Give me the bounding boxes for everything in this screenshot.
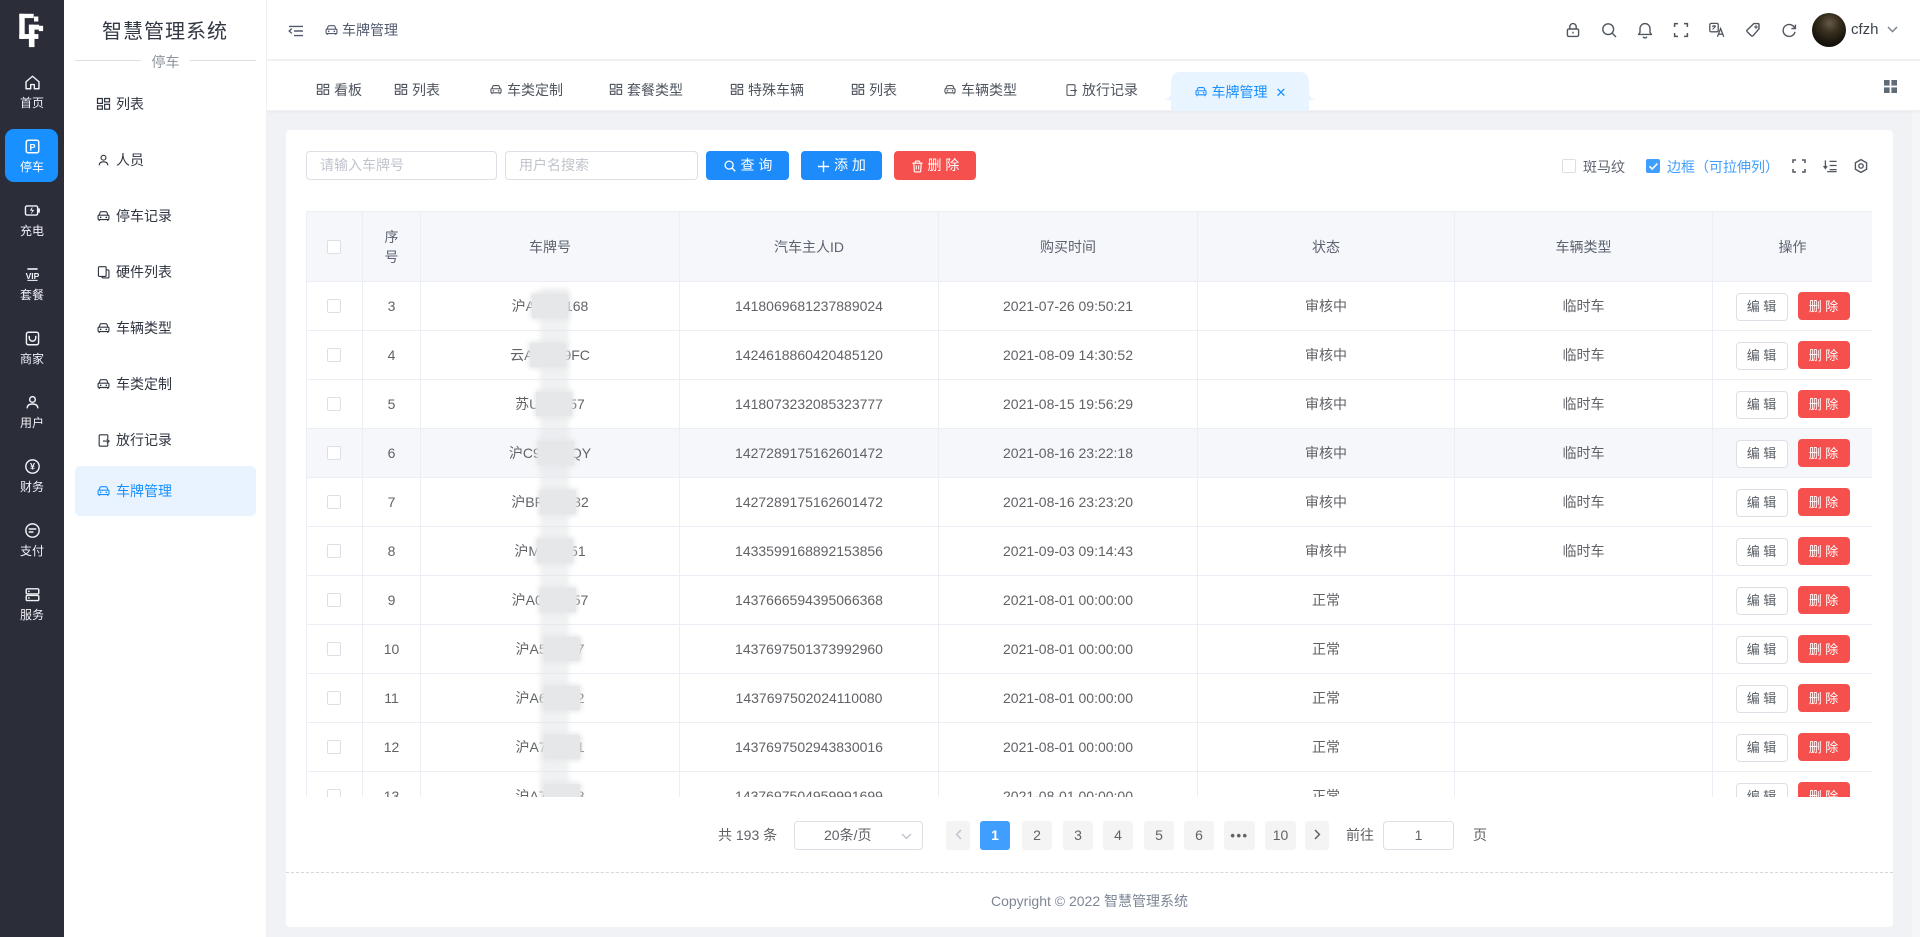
svg-text:¥: ¥ — [29, 462, 34, 472]
svg-text:P: P — [29, 142, 35, 152]
svg-text:VIP: VIP — [25, 271, 39, 281]
